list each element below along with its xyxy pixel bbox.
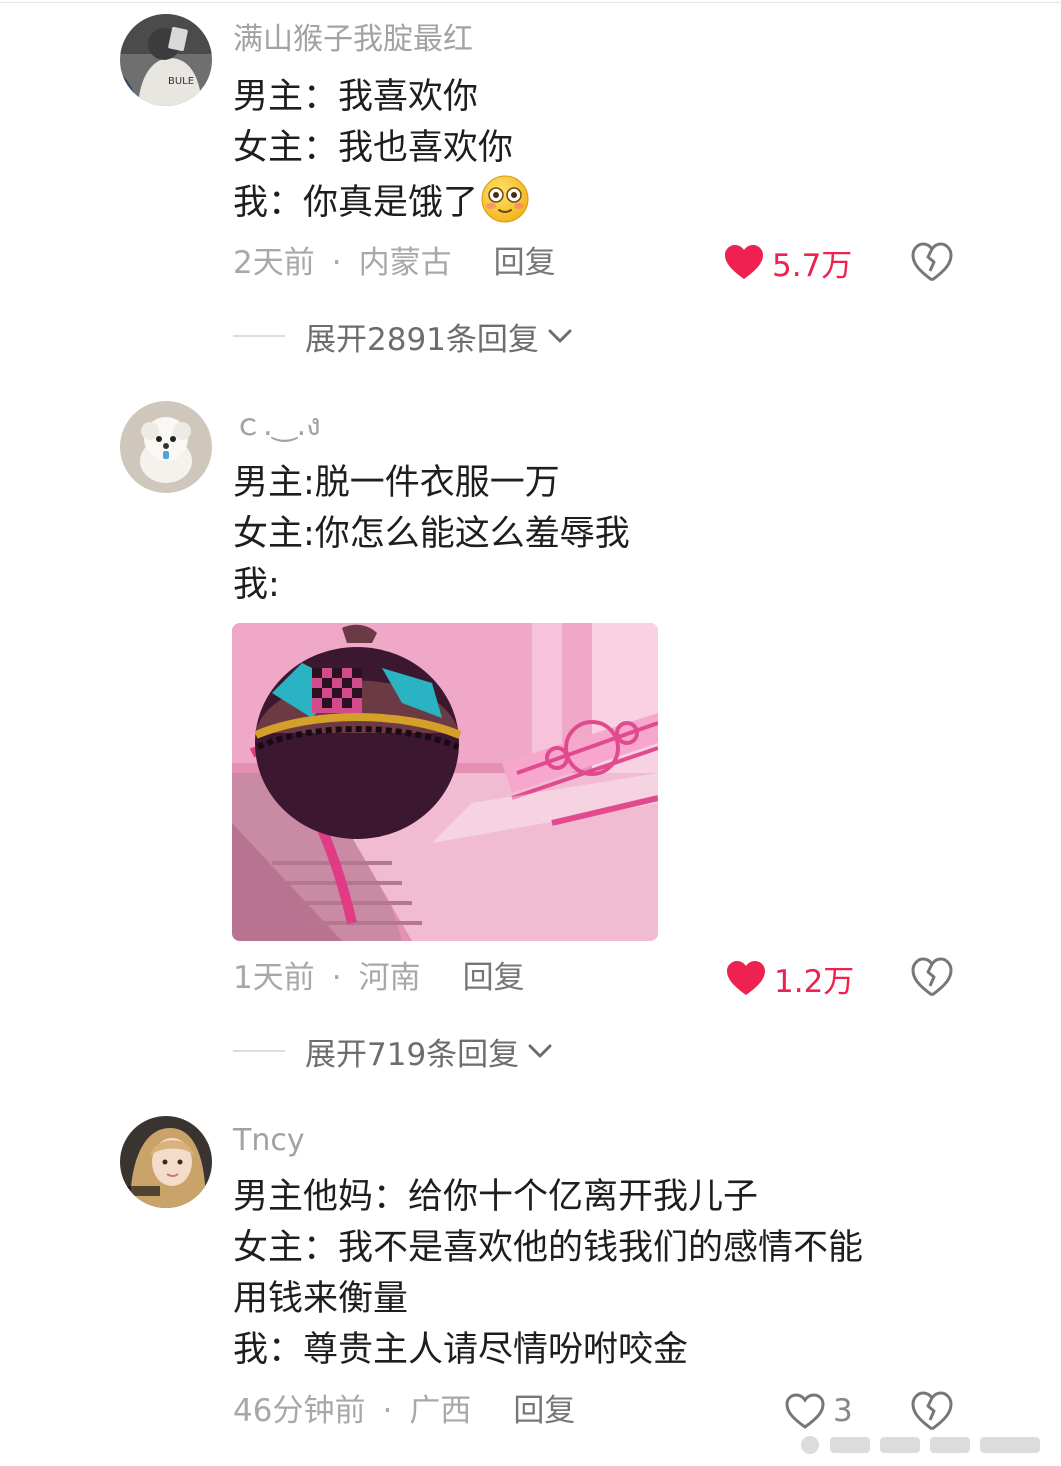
top-divider — [0, 2, 1061, 3]
heart-icon — [727, 961, 765, 995]
comment-line: 女主:你怎么能这么羞辱我 — [233, 514, 630, 554]
heart-icon — [785, 1393, 825, 1429]
like-count: 3 — [833, 1393, 853, 1429]
expand-replies-button[interactable]: 展开719条回复 — [233, 1031, 553, 1073]
username[interactable]: 满山猴子我腚最红 — [233, 20, 473, 60]
expand-label: 展开2891条回复 — [305, 321, 539, 358]
broken-heart-icon[interactable] — [910, 240, 954, 284]
comment-time: 1天前 — [233, 960, 315, 996]
comment-line: 女主：我也喜欢你 — [233, 128, 514, 168]
comment-location: 河南 — [358, 960, 421, 996]
avatar[interactable]: BULE — [120, 14, 212, 106]
broken-heart-icon[interactable] — [910, 955, 954, 999]
flushed-face-emoji-icon — [480, 174, 530, 224]
comment-line: 我：你真是饿了 — [233, 174, 953, 229]
expand-label: 展开719条回复 — [305, 1036, 520, 1073]
like-button[interactable]: 1.2万 — [726, 956, 854, 1000]
like-button[interactable]: 3 — [785, 1389, 853, 1433]
comment-location: 内蒙古 — [358, 245, 452, 281]
expand-replies-button[interactable]: 展开2891条回复 — [233, 316, 573, 358]
comment-line: 我: — [233, 565, 280, 605]
broken-heart-icon[interactable] — [910, 1389, 954, 1433]
comment-location: 广西 — [409, 1393, 472, 1429]
chevron-down-icon — [528, 1044, 552, 1058]
watermark-logo — [790, 1432, 1058, 1458]
comment-line: 女主：我不是喜欢他的钱我们的感情不能 — [233, 1228, 864, 1268]
reply-button[interactable]: 回复 — [463, 960, 525, 996]
expand-divider — [233, 1050, 285, 1052]
meta-separator: · — [331, 245, 342, 281]
comment-line: 男主：我喜欢你 — [233, 77, 479, 117]
chevron-down-icon — [548, 329, 572, 343]
comment-line: 男主:脱一件衣服一万 — [233, 463, 560, 503]
animated-pink-mansion-image[interactable] — [232, 623, 658, 941]
avatar[interactable] — [120, 1116, 212, 1208]
comment-time: 2天前 — [233, 245, 315, 281]
comment-line: 用钱来衡量 — [233, 1279, 409, 1319]
like-button[interactable]: 5.7万 — [724, 240, 852, 284]
reply-button[interactable]: 回复 — [494, 245, 556, 281]
avatar[interactable] — [120, 401, 212, 493]
meta-separator: · — [382, 1393, 393, 1429]
comment-meta: 46分钟前 · 广西 回复 — [233, 1391, 575, 1431]
meta-separator: · — [331, 960, 342, 996]
comment-line: 男主他妈：给你十个亿离开我儿子 — [233, 1177, 759, 1217]
like-count: 5.7万 — [772, 247, 853, 284]
like-count: 1.2万 — [774, 963, 855, 1000]
svg-text:BULE: BULE — [168, 76, 194, 87]
username[interactable]: ｃ.‿.ง — [233, 406, 321, 446]
comment-line: 我：尊贵主人请尽情吩咐咬金 — [233, 1330, 689, 1370]
comment-time: 46分钟前 — [233, 1393, 366, 1429]
reply-button[interactable]: 回复 — [513, 1393, 575, 1429]
username[interactable]: Tncy — [233, 1121, 305, 1161]
comment-meta: 2天前 · 内蒙古 回复 — [233, 243, 556, 283]
comment-meta: 1天前 · 河南 回复 — [233, 958, 525, 998]
heart-icon — [725, 245, 763, 279]
comment-line-text: 我：你真是饿了 — [233, 183, 479, 223]
expand-divider — [233, 335, 285, 337]
